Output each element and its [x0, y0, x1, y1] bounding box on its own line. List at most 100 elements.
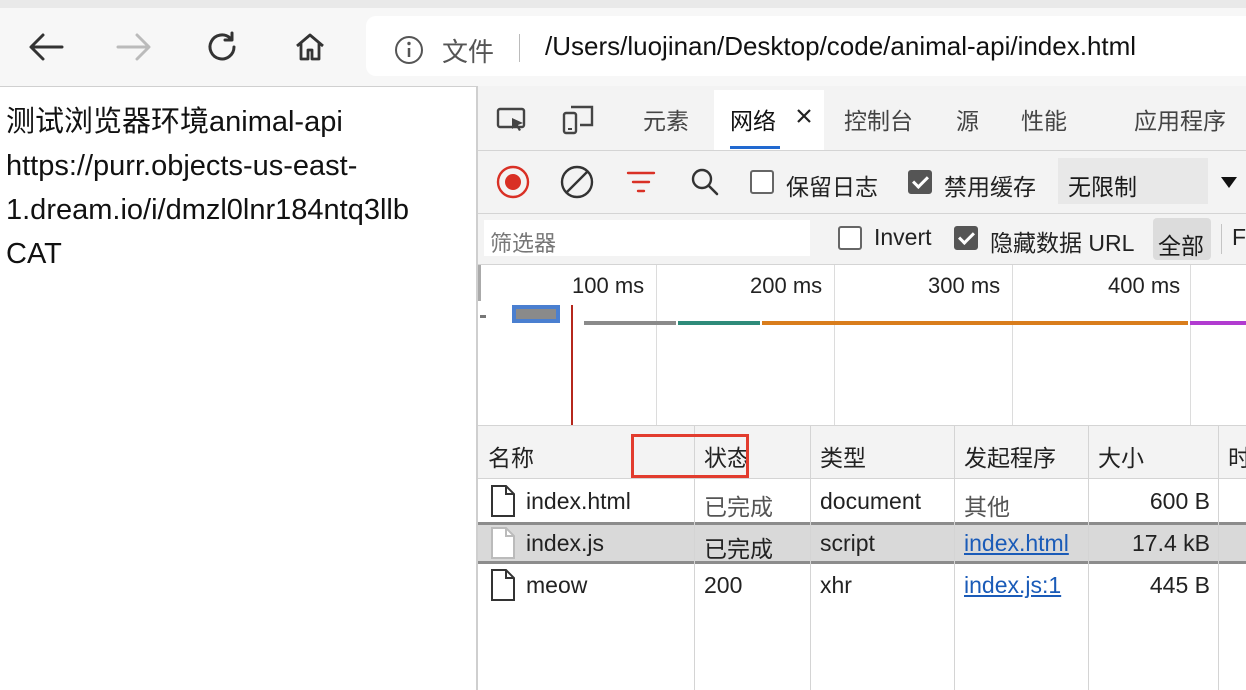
request-status: 200 — [704, 572, 743, 598]
request-name: index.js — [526, 530, 604, 556]
request-size: 17.4 kB — [1132, 530, 1210, 556]
timeline-tick: 400 ms — [1108, 273, 1181, 298]
column-divider[interactable] — [1088, 426, 1089, 690]
timeline-gridline — [1190, 265, 1191, 425]
invert-label: Invert — [874, 224, 932, 250]
back-button[interactable] — [26, 27, 66, 67]
window-top-strip — [0, 0, 1246, 8]
column-header-time[interactable]: 时 — [1228, 439, 1246, 473]
request-initiator: 其他 — [964, 494, 1010, 520]
document-file-icon — [490, 484, 516, 523]
close-tab-icon[interactable] — [796, 108, 812, 129]
hide-data-url-checkbox[interactable] — [954, 226, 978, 250]
filter-input[interactable]: 筛选器 — [484, 220, 810, 256]
page-content: 测试浏览器环境animal-api https://purr.objects-u… — [6, 100, 472, 276]
column-header-name[interactable]: 名称 — [488, 439, 534, 473]
column-header-initiator[interactable]: 发起程序 — [964, 439, 1056, 473]
request-size: 600 B — [1149, 488, 1210, 514]
address-bar[interactable]: 文件 /Users/luojinan/Desktop/code/animal-a… — [366, 16, 1246, 76]
search-icon[interactable] — [690, 167, 720, 202]
hide-data-url-label: 隐藏数据 URL — [990, 230, 1135, 256]
device-toolbar-icon[interactable] — [562, 104, 596, 141]
page-text-line: 1.dream.io/i/dmzl0lnr184ntq3llb — [6, 194, 409, 226]
timeline-bar-gray — [584, 321, 676, 325]
request-type: document — [820, 488, 922, 514]
timeline-gridline — [834, 265, 835, 425]
preserve-log-checkbox[interactable] — [750, 170, 774, 194]
clear-icon[interactable] — [560, 165, 594, 204]
table-row[interactable]: meow 200 xhr index.js:1 445 B — [478, 564, 1246, 606]
column-header-size[interactable]: 大小 — [1098, 439, 1144, 473]
request-initiator-link[interactable]: index.html — [964, 530, 1069, 557]
table-row-selected[interactable]: index.js 已完成 script index.html 17.4 kB — [478, 522, 1246, 564]
address-scheme-label: 文件 — [442, 37, 495, 67]
filter-all-label: 全部 — [1158, 233, 1204, 259]
size-highlight-box — [631, 434, 749, 478]
table-header: 名称 状态 类型 发起程序 大小 时 — [478, 426, 1246, 479]
disable-cache-checkbox[interactable] — [908, 170, 932, 194]
filter-icon[interactable] — [626, 169, 656, 200]
tab-performance[interactable]: 性能 — [1021, 102, 1067, 136]
timeline-gridline — [1012, 265, 1013, 425]
tab-console[interactable]: 控制台 — [844, 102, 913, 136]
script-file-icon — [490, 526, 516, 565]
request-type: script — [820, 530, 875, 556]
inspect-element-icon[interactable] — [496, 106, 528, 139]
page-text-line: 测试浏览器环境animal-api — [6, 106, 343, 138]
network-toolbar: 保留日志 禁用缓存 无限制 — [478, 151, 1246, 214]
timeline-tick: 100 ms — [572, 273, 645, 298]
tab-sources[interactable]: 源 — [956, 102, 979, 136]
devtools-panel: 元素 网络 控制台 源 性能 应用程序 保留日志 禁用缓存 无限制 筛选器 In… — [476, 86, 1246, 690]
filter-placeholder: 筛选器 — [490, 231, 557, 256]
tab-network[interactable]: 网络 — [730, 102, 776, 136]
invert-checkbox[interactable] — [838, 226, 862, 250]
address-url[interactable]: /Users/luojinan/Desktop/code/animal-api/… — [545, 31, 1136, 62]
timeline-dash — [480, 315, 486, 318]
timeline-bar-teal — [678, 321, 760, 325]
column-divider[interactable] — [1218, 426, 1219, 690]
timeline-tick: 300 ms — [928, 273, 1001, 298]
record-icon[interactable] — [496, 165, 530, 204]
page-text-line: CAT — [6, 238, 62, 270]
throttling-select[interactable]: 无限制 — [1058, 158, 1208, 204]
tab-application[interactable]: 应用程序 — [1134, 102, 1226, 136]
active-tab-indicator — [730, 146, 780, 149]
table-row[interactable]: index.html 已完成 document 其他 600 B — [478, 480, 1246, 522]
address-divider — [519, 34, 520, 62]
request-size: 445 B — [1149, 572, 1210, 598]
request-type: xhr — [820, 572, 852, 598]
devtools-tabbar: 元素 网络 控制台 源 性能 应用程序 — [478, 86, 1246, 151]
column-divider[interactable] — [954, 426, 955, 690]
filter-all-button[interactable]: 全部 — [1153, 218, 1211, 260]
throttling-value: 无限制 — [1068, 174, 1137, 200]
column-divider[interactable] — [810, 426, 811, 690]
request-name: index.html — [526, 488, 631, 514]
dropdown-caret-icon[interactable] — [1220, 175, 1238, 194]
preserve-log-label: 保留日志 — [786, 174, 878, 200]
disable-cache-label: 禁用缓存 — [944, 174, 1036, 200]
page-text-line: https://purr.objects-us-east- — [6, 150, 358, 182]
home-button[interactable] — [290, 27, 330, 67]
timeline-bar-purple — [1190, 321, 1246, 325]
column-header-type[interactable]: 类型 — [820, 439, 866, 473]
network-filter-bar: 筛选器 Invert 隐藏数据 URL 全部 F — [478, 214, 1246, 265]
request-status: 已完成 — [704, 494, 773, 520]
timeline-gridline — [656, 265, 657, 425]
request-initiator-link[interactable]: index.js:1 — [964, 572, 1061, 599]
timeline-left-edge — [478, 265, 481, 301]
request-status: 已完成 — [704, 536, 773, 562]
reload-button[interactable] — [202, 27, 242, 67]
xhr-file-icon — [490, 568, 516, 607]
filter-type-next[interactable]: F — [1232, 224, 1246, 251]
network-timeline[interactable]: 100 ms 200 ms 300 ms 400 ms — [478, 265, 1246, 426]
request-name: meow — [526, 572, 588, 598]
info-icon[interactable] — [394, 35, 424, 70]
timeline-request-inner — [516, 309, 556, 319]
forward-arrow-icon — [116, 33, 151, 61]
timeline-bar-orange — [762, 321, 1188, 325]
network-request-table: 名称 状态 类型 发起程序 大小 时 index.html 已完成 docume… — [478, 426, 1246, 690]
reload-icon — [208, 31, 236, 61]
timeline-load-marker — [571, 305, 573, 425]
forward-button[interactable] — [114, 27, 154, 67]
tab-elements[interactable]: 元素 — [643, 102, 689, 136]
